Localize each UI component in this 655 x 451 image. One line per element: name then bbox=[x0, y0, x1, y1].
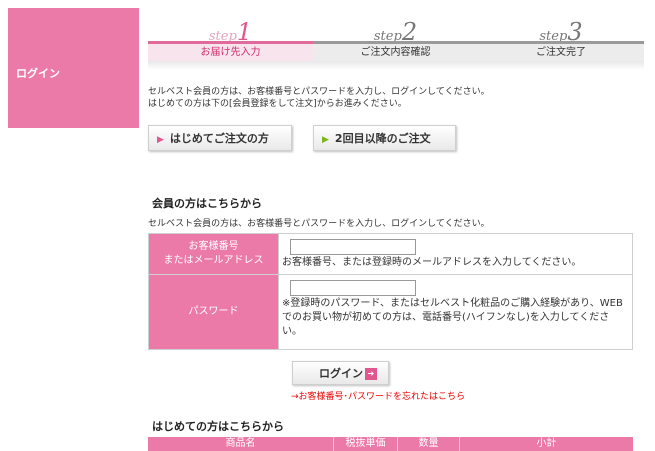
login-button[interactable]: ログイン ➜ bbox=[292, 361, 389, 385]
repeat-order-button[interactable]: ▶ 2回目以降のご注文 bbox=[313, 125, 456, 151]
customer-id-label-cell: お客様番号 またはメールアドレス bbox=[148, 233, 279, 275]
step-2: step2 ご注文内容確認 bbox=[313, 14, 478, 70]
member-heading: 会員の方はこちらから bbox=[152, 197, 262, 210]
member-note: セルベスト会員の方は、お客様番号とパスワードを入力し、ログインしてください。 bbox=[148, 219, 490, 229]
play-arrow-icon: ▶ bbox=[322, 135, 329, 145]
password-input[interactable] bbox=[290, 280, 416, 296]
customer-id-help: お客様番号、または登録時のメールアドレスを入力してください。 bbox=[282, 257, 582, 268]
checkout-steps: step1 お届け先入力 step2 ご注文内容確認 step3 ご注文完了 bbox=[148, 14, 644, 70]
login-button-label: ログイン bbox=[319, 367, 363, 380]
step-1: step1 お届け先入力 bbox=[148, 14, 313, 70]
step-2-label: ご注文内容確認 bbox=[313, 44, 478, 61]
new-customer-heading: はじめての方はこちらから bbox=[152, 420, 284, 433]
intro-line-2: はじめての方は下の[会員登録をして注文]からお進みください。 bbox=[148, 99, 407, 109]
play-arrow-icon: ▶ bbox=[157, 135, 164, 145]
step-3: step3 ご注文完了 bbox=[478, 14, 644, 70]
password-label: パスワード bbox=[188, 306, 239, 317]
sidebar-login-label: ログイン bbox=[16, 67, 60, 80]
customer-id-field-cell: お客様番号、または登録時のメールアドレスを入力してください。 bbox=[278, 233, 633, 275]
sidebar-login-panel: ログイン bbox=[8, 8, 139, 128]
arrow-right-icon: ➜ bbox=[365, 368, 377, 380]
login-form-table: お客様番号 またはメールアドレス お客様番号、または登録時のメールアドレスを入力… bbox=[148, 233, 633, 350]
password-help: ※登録時のパスワード、またはセルベスト化粧品のご購入経験があり、WEBでのお買い… bbox=[282, 298, 623, 337]
step-3-label: ご注文完了 bbox=[478, 44, 644, 61]
forgot-credentials-link[interactable]: →お客様番号･パスワードを忘れたはこちら bbox=[291, 389, 465, 402]
step-1-label: お届け先入力 bbox=[148, 44, 313, 61]
customer-id-input[interactable] bbox=[290, 239, 416, 255]
repeat-order-label: 2回目以降のご注文 bbox=[334, 132, 431, 145]
password-field-cell: ※登録時のパスワード、またはセルベスト化粧品のご購入経験があり、WEBでのお買い… bbox=[278, 274, 633, 350]
intro-line-1: セルベスト会員の方は、お客様番号とパスワードを入力し、ログインしてください。 bbox=[148, 87, 490, 97]
customer-id-label-1: お客様番号 bbox=[188, 241, 239, 252]
intro-text: セルベスト会員の方は、お客様番号とパスワードを入力し、ログインしてください。 は… bbox=[148, 86, 490, 110]
new-order-button[interactable]: ▶ はじめてご注文の方 bbox=[148, 125, 292, 151]
password-label-cell: パスワード bbox=[148, 274, 279, 350]
customer-id-label-2: またはメールアドレス bbox=[163, 255, 264, 266]
new-order-label: はじめてご注文の方 bbox=[169, 132, 269, 145]
